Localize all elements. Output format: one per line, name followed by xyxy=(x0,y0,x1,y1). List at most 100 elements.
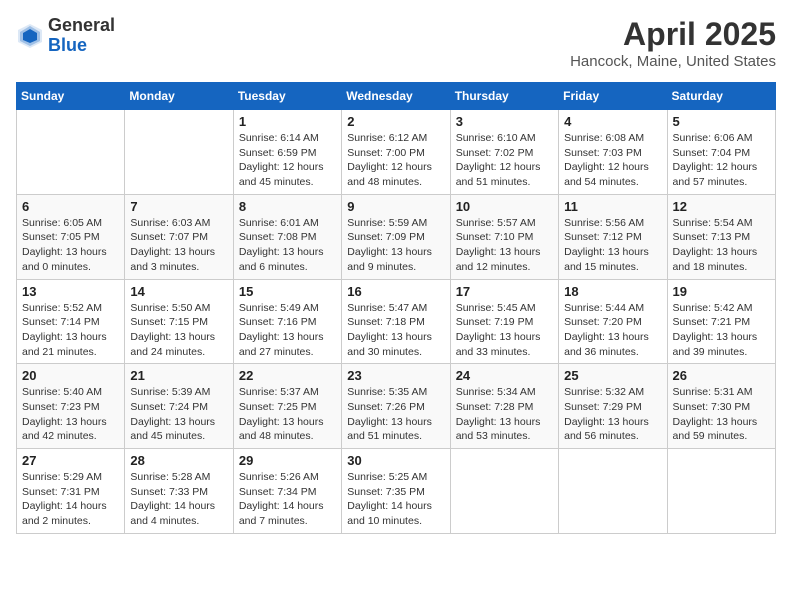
calendar-cell: 28 Sunrise: 5:28 AMSunset: 7:33 PMDayligh… xyxy=(125,449,233,534)
day-info: Sunrise: 5:45 AMSunset: 7:19 PMDaylight:… xyxy=(456,301,553,360)
calendar-cell: 6Sunrise: 6:05 AMSunset: 7:05 PMDaylight… xyxy=(17,194,125,279)
day-number: 8 xyxy=(239,199,336,214)
calendar-cell xyxy=(450,449,558,534)
calendar-cell: 13 Sunrise: 5:52 AMSunset: 7:14 PMDayligh… xyxy=(17,279,125,364)
day-info: Sunrise: 5:50 AMSunset: 7:15 PMDaylight:… xyxy=(130,301,227,360)
day-number: 25 xyxy=(564,368,661,383)
calendar-cell xyxy=(125,110,233,195)
general-blue-icon xyxy=(16,22,44,50)
day-info: Sunrise: 5:34 AMSunset: 7:28 PMDaylight:… xyxy=(456,385,553,444)
calendar-cell: 8 Sunrise: 6:01 AMSunset: 7:08 PMDaylight… xyxy=(233,194,341,279)
day-info: Sunrise: 5:32 AMSunset: 7:29 PMDaylight:… xyxy=(564,385,661,444)
calendar-body: 1 Sunrise: 6:14 AMSunset: 6:59 PMDaylight… xyxy=(17,110,776,534)
day-info: Sunrise: 5:40 AMSunset: 7:23 PMDaylight:… xyxy=(22,385,119,444)
day-number: 27 xyxy=(22,453,119,468)
col-thursday: Thursday xyxy=(450,83,558,110)
calendar-cell xyxy=(17,110,125,195)
calendar-cell xyxy=(559,449,667,534)
calendar-header: Sunday Monday Tuesday Wednesday Thursday… xyxy=(17,83,776,110)
day-info: Sunrise: 5:35 AMSunset: 7:26 PMDaylight:… xyxy=(347,385,444,444)
day-number: 26 xyxy=(673,368,770,383)
day-number: 29 xyxy=(239,453,336,468)
calendar-week-4: 20 Sunrise: 5:40 AMSunset: 7:23 PMDayligh… xyxy=(17,364,776,449)
day-info: Sunrise: 5:25 AMSunset: 7:35 PMDaylight:… xyxy=(347,470,444,529)
calendar-week-1: 1 Sunrise: 6:14 AMSunset: 6:59 PMDaylight… xyxy=(17,110,776,195)
day-number: 3 xyxy=(456,114,553,129)
day-number: 12 xyxy=(673,199,770,214)
calendar-cell: 19 Sunrise: 5:42 AMSunset: 7:21 PMDayligh… xyxy=(667,279,775,364)
calendar-table: Sunday Monday Tuesday Wednesday Thursday… xyxy=(16,82,776,534)
calendar-cell: 2 Sunrise: 6:12 AMSunset: 7:00 PMDaylight… xyxy=(342,110,450,195)
calendar-week-2: 6Sunrise: 6:05 AMSunset: 7:05 PMDaylight… xyxy=(17,194,776,279)
col-monday: Monday xyxy=(125,83,233,110)
day-number: 30 xyxy=(347,453,444,468)
day-number: 9 xyxy=(347,199,444,214)
calendar-cell: 7 Sunrise: 6:03 AMSunset: 7:07 PMDaylight… xyxy=(125,194,233,279)
day-info: Sunrise: 6:08 AMSunset: 7:03 PMDaylight:… xyxy=(564,131,661,190)
calendar-cell: 29Sunrise: 5:26 AMSunset: 7:34 PMDayligh… xyxy=(233,449,341,534)
day-number: 5 xyxy=(673,114,770,129)
calendar-cell: 25 Sunrise: 5:32 AMSunset: 7:29 PMDayligh… xyxy=(559,364,667,449)
day-info: Sunrise: 5:57 AMSunset: 7:10 PMDaylight:… xyxy=(456,216,553,275)
day-number: 16 xyxy=(347,284,444,299)
calendar-cell: 26 Sunrise: 5:31 AMSunset: 7:30 PMDayligh… xyxy=(667,364,775,449)
calendar-cell: 15Sunrise: 5:49 AMSunset: 7:16 PMDayligh… xyxy=(233,279,341,364)
day-number: 13 xyxy=(22,284,119,299)
calendar-cell: 4 Sunrise: 6:08 AMSunset: 7:03 PMDaylight… xyxy=(559,110,667,195)
logo-general-text: General xyxy=(48,15,115,35)
calendar-cell: 16 Sunrise: 5:47 AMSunset: 7:18 PMDayligh… xyxy=(342,279,450,364)
calendar-cell: 24 Sunrise: 5:34 AMSunset: 7:28 PMDayligh… xyxy=(450,364,558,449)
day-number: 7 xyxy=(130,199,227,214)
day-number: 24 xyxy=(456,368,553,383)
calendar-cell: 27 Sunrise: 5:29 AMSunset: 7:31 PMDayligh… xyxy=(17,449,125,534)
calendar-cell: 9 Sunrise: 5:59 AMSunset: 7:09 PMDaylight… xyxy=(342,194,450,279)
day-info: Sunrise: 5:47 AMSunset: 7:18 PMDaylight:… xyxy=(347,301,444,360)
day-number: 11 xyxy=(564,199,661,214)
col-wednesday: Wednesday xyxy=(342,83,450,110)
day-info: Sunrise: 5:37 AMSunset: 7:25 PMDaylight:… xyxy=(239,385,336,444)
calendar-cell xyxy=(667,449,775,534)
day-info: Sunrise: 5:59 AMSunset: 7:09 PMDaylight:… xyxy=(347,216,444,275)
day-info: Sunrise: 5:52 AMSunset: 7:14 PMDaylight:… xyxy=(22,301,119,360)
day-info: Sunrise: 5:49 AMSunset: 7:16 PMDaylight:… xyxy=(239,301,336,360)
day-info: Sunrise: 5:56 AMSunset: 7:12 PMDaylight:… xyxy=(564,216,661,275)
calendar-cell: 10Sunrise: 5:57 AMSunset: 7:10 PMDayligh… xyxy=(450,194,558,279)
day-number: 18 xyxy=(564,284,661,299)
day-number: 17 xyxy=(456,284,553,299)
day-info: Sunrise: 6:14 AMSunset: 6:59 PMDaylight:… xyxy=(239,131,336,190)
day-number: 28 xyxy=(130,453,227,468)
calendar-week-5: 27 Sunrise: 5:29 AMSunset: 7:31 PMDayligh… xyxy=(17,449,776,534)
day-number: 20 xyxy=(22,368,119,383)
calendar-cell: 17 Sunrise: 5:45 AMSunset: 7:19 PMDayligh… xyxy=(450,279,558,364)
day-number: 2 xyxy=(347,114,444,129)
calendar-week-3: 13 Sunrise: 5:52 AMSunset: 7:14 PMDayligh… xyxy=(17,279,776,364)
calendar-cell: 30 Sunrise: 5:25 AMSunset: 7:35 PMDayligh… xyxy=(342,449,450,534)
day-number: 19 xyxy=(673,284,770,299)
day-info: Sunrise: 6:10 AMSunset: 7:02 PMDaylight:… xyxy=(456,131,553,190)
col-saturday: Saturday xyxy=(667,83,775,110)
day-number: 23 xyxy=(347,368,444,383)
location-text: Hancock, Maine, United States xyxy=(570,53,776,70)
day-info: Sunrise: 6:01 AMSunset: 7:08 PMDaylight:… xyxy=(239,216,336,275)
day-info: Sunrise: 6:05 AMSunset: 7:05 PMDaylight:… xyxy=(22,216,119,275)
day-info: Sunrise: 5:29 AMSunset: 7:31 PMDaylight:… xyxy=(22,470,119,529)
logo: General Blue xyxy=(16,16,115,56)
day-info: Sunrise: 6:06 AMSunset: 7:04 PMDaylight:… xyxy=(673,131,770,190)
day-info: Sunrise: 5:31 AMSunset: 7:30 PMDaylight:… xyxy=(673,385,770,444)
col-tuesday: Tuesday xyxy=(233,83,341,110)
day-info: Sunrise: 6:03 AMSunset: 7:07 PMDaylight:… xyxy=(130,216,227,275)
day-info: Sunrise: 5:28 AMSunset: 7:33 PMDaylight:… xyxy=(130,470,227,529)
title-block: April 2025 Hancock, Maine, United States xyxy=(570,16,776,70)
calendar-cell: 21 Sunrise: 5:39 AMSunset: 7:24 PMDayligh… xyxy=(125,364,233,449)
day-info: Sunrise: 5:39 AMSunset: 7:24 PMDaylight:… xyxy=(130,385,227,444)
col-friday: Friday xyxy=(559,83,667,110)
day-number: 21 xyxy=(130,368,227,383)
day-info: Sunrise: 6:12 AMSunset: 7:00 PMDaylight:… xyxy=(347,131,444,190)
day-info: Sunrise: 5:42 AMSunset: 7:21 PMDaylight:… xyxy=(673,301,770,360)
day-number: 14 xyxy=(130,284,227,299)
day-number: 4 xyxy=(564,114,661,129)
day-number: 1 xyxy=(239,114,336,129)
calendar-cell: 23 Sunrise: 5:35 AMSunset: 7:26 PMDayligh… xyxy=(342,364,450,449)
calendar-cell: 18Sunrise: 5:44 AMSunset: 7:20 PMDayligh… xyxy=(559,279,667,364)
day-info: Sunrise: 5:54 AMSunset: 7:13 PMDaylight:… xyxy=(673,216,770,275)
